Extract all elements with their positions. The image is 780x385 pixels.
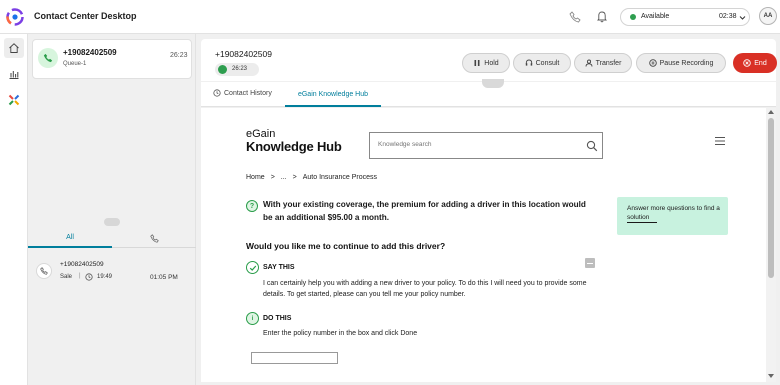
headset-icon [525, 59, 532, 66]
chevron-down-icon [739, 16, 746, 20]
guided-question: Would you like me to continue to add thi… [246, 241, 446, 251]
egain-knowledge-hub-panel: eGain Knowledge Hub Home > ... > Auto In… [201, 108, 766, 382]
do-this-heading: DO THIS [263, 315, 292, 322]
history-list-item[interactable]: +19082402509 Sale | 19:49 01:05 PM [28, 259, 196, 289]
do-this-text: Enter the policy number in the box and c… [263, 330, 418, 337]
history-time: 01:05 PM [150, 274, 178, 281]
consult-button-label: Consult [535, 59, 560, 67]
interaction-timer: 26:23 [232, 66, 248, 72]
interaction-timer-pill: 26:23 [215, 63, 259, 76]
tab-contact-history[interactable]: Contact History [213, 89, 272, 97]
transfer-button-label: Transfer [595, 59, 622, 67]
nav-analytics[interactable] [4, 64, 24, 84]
egain-logo-title: Knowledge Hub [246, 139, 342, 154]
phone-icon [149, 233, 159, 243]
integration-app-icon [8, 94, 20, 106]
answer-text: With your existing coverage, the premium… [263, 200, 586, 222]
interaction-panel: +19082402509 26:23 Hold Consult Transfer [196, 34, 780, 385]
left-navigation [0, 34, 28, 385]
breadcrumb-current: Auto Insurance Process [302, 174, 378, 181]
pause-recording-button[interactable]: Pause Recording [636, 53, 726, 73]
answer-question-icon: ? [246, 200, 258, 212]
collapse-section-icon[interactable] [585, 258, 595, 268]
pause-recording-button-label: Pause Recording [659, 59, 714, 67]
history-clock-icon [213, 89, 221, 97]
link-underline [627, 222, 657, 223]
tab-egain-knowledge-hub[interactable]: eGain Knowledge Hub [285, 82, 381, 107]
task-queue-name: Queue-1 [63, 61, 87, 67]
do-this-info-icon: i [246, 312, 259, 325]
breadcrumb-separator: > [292, 174, 297, 181]
breadcrumb: Home > ... > Auto Insurance Process [246, 174, 377, 181]
policy-number-input[interactable] [251, 352, 338, 364]
history-phone-icon [36, 263, 52, 279]
nav-integration[interactable] [4, 90, 24, 110]
more-questions-link[interactable]: Answer more questions to find a solution [627, 205, 722, 222]
hamburger-menu-icon[interactable] [714, 136, 726, 146]
notification-bell-icon[interactable] [596, 10, 608, 23]
end-call-icon [743, 59, 752, 67]
interaction-caller-number: +19082402509 [215, 49, 272, 59]
app-header: Contact Center Desktop Available 02:38 A… [0, 0, 780, 34]
bar-chart-icon [9, 71, 19, 79]
breadcrumb-ellipsis[interactable]: ... [281, 174, 287, 181]
status-indicator-icon [630, 14, 636, 20]
more-questions-card[interactable]: Answer more questions to find a solution [617, 197, 728, 235]
knowledge-search-box[interactable] [369, 132, 603, 159]
user-avatar[interactable]: AA [759, 7, 777, 25]
clock-icon [85, 273, 93, 281]
active-task-card[interactable]: +19082402509 Queue-1 26:23 [32, 39, 192, 79]
task-timer: 26:23 [170, 52, 188, 59]
nav-home[interactable] [4, 38, 24, 58]
task-phone-icon [38, 48, 58, 68]
app-title: Contact Center Desktop [34, 11, 137, 21]
user-transfer-icon [585, 59, 593, 67]
hold-button[interactable]: Hold [462, 53, 510, 73]
say-this-heading: SAY THIS [263, 264, 295, 271]
status-timer: 02:38 [719, 13, 737, 20]
tab-calls[interactable] [112, 228, 196, 248]
collapse-header-handle[interactable] [482, 79, 504, 88]
end-call-button[interactable]: End [733, 53, 777, 73]
breadcrumb-home[interactable]: Home [246, 174, 265, 181]
home-icon [9, 43, 19, 53]
interaction-control-bar: +19082402509 26:23 Hold Consult Transfer [201, 39, 777, 81]
task-caller-number: +19082402509 [63, 48, 117, 57]
phone-icon[interactable] [569, 11, 581, 23]
agent-status-dropdown[interactable]: Available 02:38 [620, 8, 750, 26]
knowledge-search-input[interactable] [378, 141, 578, 148]
breadcrumb-separator: > [270, 174, 275, 181]
task-list-panel: +19082402509 Queue-1 26:23 All +19082402… [28, 34, 196, 385]
hold-button-label: Hold [484, 59, 499, 67]
scroll-down-arrow-icon[interactable] [768, 374, 774, 378]
say-this-text: I can certainly help you with adding a n… [263, 280, 587, 298]
consult-button[interactable]: Consult [513, 53, 571, 73]
end-call-button-label: End [754, 59, 767, 67]
scrollbar-thumb[interactable] [768, 118, 774, 278]
search-icon[interactable] [586, 140, 598, 152]
scroll-up-arrow-icon[interactable] [768, 110, 774, 114]
history-call-type: Sale [60, 274, 73, 280]
pause-icon [474, 60, 480, 66]
history-duration: 19:49 [97, 274, 113, 280]
status-label: Available [641, 13, 670, 20]
say-this-check-icon [246, 261, 259, 274]
app-logo-icon [6, 8, 24, 26]
tab-contact-history-label: Contact History [224, 89, 272, 97]
content-scrollbar[interactable] [766, 108, 776, 382]
history-separator: | [79, 273, 81, 279]
pause-recording-icon [648, 59, 657, 67]
history-tabs: All [28, 228, 196, 248]
transfer-button[interactable]: Transfer [574, 53, 632, 73]
panel-resize-handle[interactable] [104, 218, 120, 226]
history-caller-number: +19082402509 [60, 261, 104, 268]
call-active-icon [218, 65, 227, 74]
tab-all[interactable]: All [28, 228, 112, 248]
